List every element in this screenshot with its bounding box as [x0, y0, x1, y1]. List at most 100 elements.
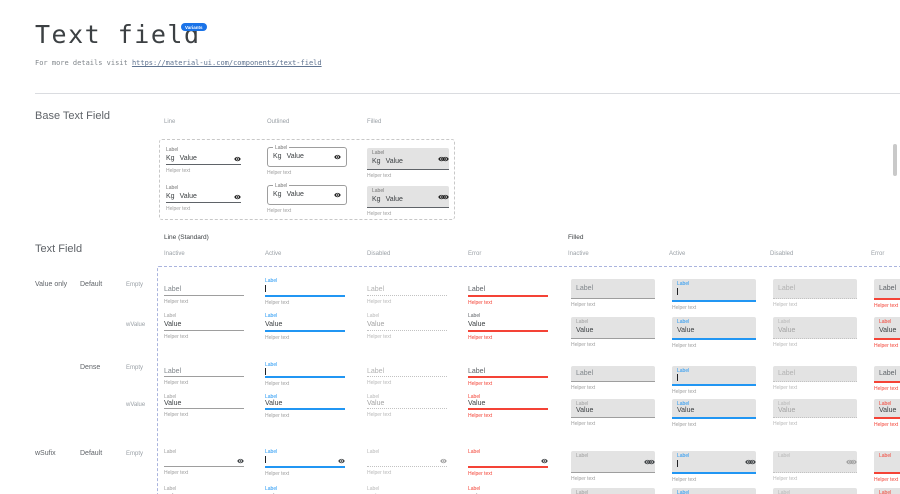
textfield-filled-disabled-empty[interactable]: LabelHelper text	[773, 451, 857, 482]
textfield-line-disabled-value[interactable]: LabelValueHelper text	[367, 394, 447, 418]
textfield-filled-inactive-empty[interactable]: LabelHelper text	[571, 279, 655, 308]
filled-box[interactable]: Label	[571, 366, 655, 382]
field-input[interactable]: Value	[164, 400, 244, 408]
textfield-filled-disabled-empty[interactable]: LabelHelper text	[773, 366, 857, 391]
field-input[interactable]: KgValue	[273, 150, 341, 164]
filled-box[interactable]: LabelKgValue	[367, 148, 449, 170]
textfield-line-disabled-value[interactable]: LabelValueHelper text	[367, 486, 447, 494]
filled-box[interactable]: LabelValue	[672, 317, 756, 340]
filled-box[interactable]: Label	[773, 366, 857, 382]
field-input[interactable]: Label	[879, 368, 900, 379]
textfield-filled-error-empty[interactable]: LabelHelper text	[874, 451, 900, 483]
textfield-filled-inactive-value[interactable]: LabelValueHelper text	[571, 399, 655, 427]
textfield-filled-active-empty[interactable]: LabelHelper text	[672, 451, 756, 483]
field-input[interactable]: Label	[576, 368, 650, 379]
field-input[interactable]: Value	[778, 326, 852, 336]
filled-box[interactable]: LabelValue	[571, 488, 655, 494]
filled-box[interactable]: Label	[874, 366, 900, 383]
filled-box[interactable]: LabelValue	[672, 399, 756, 419]
textfield-filled-inactive-empty[interactable]: LabelHelper text	[571, 366, 655, 391]
field-input[interactable]	[164, 456, 244, 466]
field-input[interactable]: Label	[468, 368, 548, 376]
field-input[interactable]	[265, 456, 345, 466]
textfield-filled-disabled-value[interactable]: LabelValueHelper text	[773, 488, 857, 494]
filled-box[interactable]: LabelValue	[571, 317, 655, 339]
filled-box[interactable]: Label	[773, 451, 857, 473]
textfield-line-active-value[interactable]: LabelValueHelper text	[265, 313, 345, 341]
field-input[interactable]: Value	[367, 320, 447, 330]
filled-box[interactable]: Label	[571, 279, 655, 299]
field-input[interactable]: KgValue	[273, 188, 341, 202]
textfield-line-active-empty[interactable]: LabelHelper text	[265, 362, 345, 387]
textfield-filled-error-value[interactable]: LabelValueHelper text	[874, 399, 900, 428]
field-input[interactable]: Value	[778, 407, 852, 415]
textfield-line-error-empty[interactable]: LabelHelper text	[468, 278, 548, 306]
filled-box[interactable]: LabelValue	[672, 488, 756, 494]
textfield-filled-error-value[interactable]: LabelValueHelper text	[874, 317, 900, 349]
textfield-filled-active-value[interactable]: LabelValueHelper text	[672, 317, 756, 349]
textfield-filled-active-value[interactable]: LabelValueHelper text	[672, 399, 756, 428]
field-input[interactable]: Value	[367, 400, 447, 408]
field-input[interactable]: KgValue	[372, 195, 444, 205]
field-input[interactable]	[468, 456, 548, 466]
textfield-line-inactive-value[interactable]: LabelValueHelper text	[164, 394, 244, 418]
outlined-box[interactable]: LabelKgValue	[267, 147, 347, 167]
field-input[interactable]	[778, 460, 852, 470]
filled-box[interactable]: LabelValue	[773, 399, 857, 418]
field-input[interactable]	[265, 285, 345, 295]
field-input[interactable]: Label	[468, 285, 548, 295]
field-input[interactable]: Value	[677, 407, 751, 415]
textfield-line-error-empty[interactable]: LabelHelper text	[468, 449, 548, 477]
textfield-line-active-empty[interactable]: LabelHelper text	[265, 278, 345, 306]
field-input[interactable]: Value	[576, 326, 650, 336]
textfield-line-error-value[interactable]: LabelValueHelper text	[468, 394, 548, 419]
filled-box[interactable]: LabelValue	[874, 488, 900, 494]
textfield-filled-inactive-value[interactable]: LabelValueHelper text	[571, 488, 655, 494]
textfield-filled-error-empty[interactable]: LabelHelper text	[874, 279, 900, 309]
field-input[interactable]	[367, 456, 447, 466]
field-input[interactable]: Value	[468, 400, 548, 408]
field-input[interactable]: Value	[879, 326, 900, 336]
field-input[interactable]: Label	[778, 368, 852, 379]
base-line-field[interactable]: LabelKgValueHelper text	[166, 185, 241, 212]
textfield-filled-active-empty[interactable]: LabelHelper text	[672, 366, 756, 395]
field-input[interactable]: KgValue	[166, 154, 241, 164]
textfield-line-error-value[interactable]: LabelValueHelper text	[468, 486, 548, 494]
textfield-line-disabled-empty[interactable]: LabelHelper text	[367, 362, 447, 386]
field-input[interactable]	[677, 374, 751, 382]
filled-box[interactable]: LabelValue	[874, 317, 900, 340]
textfield-filled-disabled-value[interactable]: LabelValueHelper text	[773, 399, 857, 427]
textfield-line-disabled-empty[interactable]: LabelHelper text	[367, 449, 447, 476]
field-input[interactable]	[677, 460, 751, 470]
filled-box[interactable]: LabelValue	[773, 317, 857, 339]
filled-box[interactable]: LabelValue	[571, 399, 655, 418]
textfield-line-inactive-value[interactable]: LabelValueHelper text	[164, 486, 244, 494]
filled-box[interactable]: Label	[874, 279, 900, 300]
textfield-line-disabled-empty[interactable]: LabelHelper text	[367, 278, 447, 305]
textfield-line-active-value[interactable]: LabelValueHelper text	[265, 394, 345, 419]
subtitle-link[interactable]: https://material-ui.com/components/text-…	[132, 59, 322, 67]
base-line-field[interactable]: LabelKgValueHelper text	[166, 147, 241, 174]
textfield-line-active-empty[interactable]: LabelHelper text	[265, 449, 345, 477]
base-filled-field[interactable]: LabelKgValueHelper text	[367, 148, 449, 179]
field-input[interactable]: Value	[468, 320, 548, 330]
filled-box[interactable]: Label	[672, 366, 756, 386]
field-input[interactable]	[576, 460, 650, 470]
base-outlined-field[interactable]: LabelKgValueHelper text	[267, 182, 347, 214]
filled-box[interactable]: Label	[672, 279, 756, 302]
field-input[interactable]: Label	[164, 368, 244, 376]
field-input[interactable]: Value	[164, 320, 244, 330]
field-input[interactable]	[677, 288, 751, 298]
textfield-filled-inactive-value[interactable]: LabelValueHelper text	[571, 317, 655, 348]
field-input[interactable]: Value	[265, 320, 345, 330]
field-input[interactable]: Value	[576, 407, 650, 415]
textfield-line-error-empty[interactable]: LabelHelper text	[468, 362, 548, 387]
textfield-filled-disabled-empty[interactable]: LabelHelper text	[773, 279, 857, 308]
field-input[interactable]: Label	[367, 368, 447, 376]
textfield-filled-error-value[interactable]: LabelValueHelper text	[874, 488, 900, 494]
field-input[interactable]: Label	[879, 281, 900, 296]
field-input[interactable]: Label	[576, 281, 650, 296]
filled-box[interactable]: LabelKgValue	[367, 186, 449, 208]
field-input[interactable]: Label	[367, 285, 447, 295]
textfield-filled-disabled-value[interactable]: LabelValueHelper text	[773, 317, 857, 348]
